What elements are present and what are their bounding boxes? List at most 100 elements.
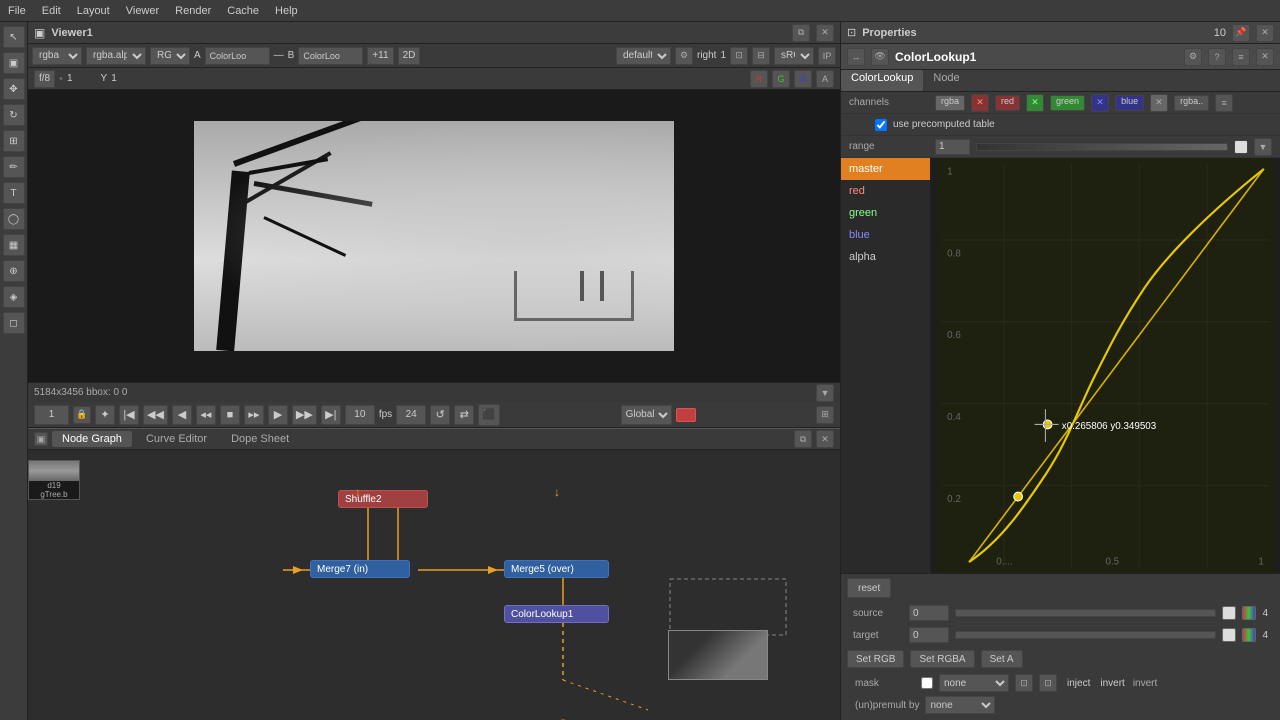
step-back[interactable]: ◀ (172, 405, 192, 425)
node-view-icon[interactable]: 👁 (871, 48, 889, 66)
target-input[interactable] (909, 627, 949, 643)
jump-end[interactable]: ▶| (321, 405, 341, 425)
tab-node-graph[interactable]: Node Graph (52, 431, 132, 447)
mask-checkbox[interactable] (921, 677, 933, 689)
gamma-input[interactable]: +11 (367, 47, 393, 65)
range-expand-icon[interactable]: ▼ (1254, 138, 1272, 156)
channel-red[interactable]: red (841, 180, 930, 202)
channel-blue[interactable]: blue (841, 224, 930, 246)
fps-count-input[interactable] (345, 405, 375, 425)
panel-close-btn[interactable]: ✕ (816, 430, 834, 448)
channel-blue-btn[interactable]: blue (1115, 95, 1144, 111)
channel-r-icon[interactable]: R (750, 70, 768, 88)
set-rgba-btn[interactable]: Set RGBA (910, 650, 974, 668)
fps-value-input[interactable] (396, 405, 426, 425)
source-input[interactable] (909, 605, 949, 621)
node-prop-icon[interactable]: ↔ (847, 48, 865, 66)
node-colorlookup[interactable]: ColorLookup1 (504, 605, 609, 623)
node-settings3[interactable]: ≡ (1232, 48, 1250, 66)
viewer-option2[interactable]: ⊟ (752, 47, 770, 65)
tool-crop[interactable]: ⊞ (3, 130, 25, 152)
fps-select[interactable]: sRGB (774, 47, 814, 65)
magic-btn[interactable]: ✦ (95, 405, 115, 425)
menu-edit[interactable]: Edit (42, 5, 61, 17)
channel-select[interactable]: rgba (32, 47, 82, 65)
channel-b-icon[interactable]: B (794, 70, 812, 88)
channel-more-icon[interactable]: ≡ (1215, 94, 1233, 112)
node-graph-area[interactable]: d19 gTree.b (28, 450, 840, 720)
channel-alpha[interactable]: alpha (841, 246, 930, 268)
viewer-float-btn[interactable]: ⧉ (792, 24, 810, 42)
range-slider[interactable] (976, 143, 1228, 151)
mode-select[interactable]: 2D (398, 47, 421, 65)
mask-icon2[interactable]: ⊡ (1039, 674, 1057, 692)
channel-green-btn[interactable]: green (1050, 95, 1085, 111)
set-rgb-btn[interactable]: Set RGB (847, 650, 904, 668)
viewer-option1[interactable]: ⊡ (730, 47, 748, 65)
status-expand[interactable]: ▼ (816, 384, 834, 402)
playback-expand[interactable]: ⊞ (816, 406, 834, 424)
tool-move[interactable]: ✥ (3, 78, 25, 100)
tool-rotate[interactable]: ↻ (3, 104, 25, 126)
tool-shape[interactable]: ◯ (3, 208, 25, 230)
node-shuffle[interactable]: Shuffle2 (338, 490, 428, 508)
channel-x4[interactable]: ✕ (1150, 94, 1168, 112)
menu-help[interactable]: Help (275, 5, 298, 17)
next-keyframe[interactable]: ▶▶ (292, 405, 317, 425)
prop-pin-icon[interactable]: 📌 (1232, 24, 1250, 42)
prev-keyframe[interactable]: ◀◀ (143, 405, 168, 425)
reset-btn[interactable]: reset (847, 578, 891, 598)
node-a-input[interactable]: ColorLoo (205, 47, 270, 65)
channel-red-btn[interactable]: red (995, 95, 1020, 111)
prop-close-icon[interactable]: ✕ (1256, 24, 1274, 42)
channel-green[interactable]: green (841, 202, 930, 224)
channel-x1[interactable]: ✕ (971, 94, 989, 112)
range-white-swatch[interactable] (1234, 140, 1248, 154)
node-close[interactable]: ✕ (1256, 48, 1274, 66)
fstop-btn[interactable]: f/8 (34, 70, 55, 88)
play-back[interactable]: ◂◂ (196, 405, 216, 425)
menu-render[interactable]: Render (175, 5, 211, 17)
tool-clone[interactable]: ⊕ (3, 260, 25, 282)
channel-g-icon[interactable]: G (772, 70, 790, 88)
unpremult-select[interactable]: none (925, 696, 995, 714)
global-select[interactable]: Global (621, 405, 672, 425)
alpha-select[interactable]: rgba.alph (86, 47, 146, 65)
precomputed-checkbox[interactable] (875, 119, 887, 131)
ip-icon[interactable]: IP (818, 47, 836, 65)
menu-file[interactable]: File (8, 5, 26, 17)
lock-icon[interactable]: 🔒 (73, 406, 91, 424)
panel-icon[interactable]: ▣ (34, 432, 48, 446)
tool-gradient[interactable]: ▦ (3, 234, 25, 256)
viewer-close-btn[interactable]: ✕ (816, 24, 834, 42)
mask-lock-icon[interactable]: ⊡ (1015, 674, 1033, 692)
tab-node[interactable]: Node (923, 70, 969, 91)
channel-x2[interactable]: ✕ (1026, 94, 1044, 112)
play-forward[interactable]: ▸▸ (244, 405, 264, 425)
menu-viewer[interactable]: Viewer (126, 5, 159, 17)
source-slider[interactable] (955, 609, 1216, 617)
tool-select[interactable]: ▣ (3, 52, 25, 74)
channel-rgba2-btn[interactable]: rgba.. (1174, 95, 1209, 111)
channel-rgba-btn[interactable]: rgba (935, 95, 965, 111)
menu-layout[interactable]: Layout (77, 5, 110, 17)
set-a-btn[interactable]: Set A (981, 650, 1023, 668)
stop-btn[interactable]: ■ (220, 405, 240, 425)
tab-curve-editor[interactable]: Curve Editor (136, 431, 217, 447)
node-merge1[interactable]: Merge7 (in) (310, 560, 410, 578)
tool-eraser[interactable]: ◻ (3, 312, 25, 334)
node-settings2[interactable]: ? (1208, 48, 1226, 66)
colorspace-select[interactable]: RGB (150, 47, 190, 65)
tab-dope-sheet[interactable]: Dope Sheet (221, 431, 299, 447)
node-settings1[interactable]: ⚙ (1184, 48, 1202, 66)
tab-colorlookup[interactable]: ColorLookup (841, 70, 923, 91)
node-b-input[interactable]: ColorLoo (298, 47, 363, 65)
channel-a-icon[interactable]: A (816, 70, 834, 88)
render-select[interactable]: default (616, 47, 671, 65)
red-marker[interactable] (676, 408, 696, 422)
jump-start[interactable]: |◀ (119, 405, 139, 425)
step-forward[interactable]: ▶ (268, 405, 288, 425)
panel-float-btn[interactable]: ⧉ (794, 430, 812, 448)
record-btn[interactable]: ⬛ (478, 404, 500, 426)
node-merge2[interactable]: Merge5 (over) (504, 560, 609, 578)
